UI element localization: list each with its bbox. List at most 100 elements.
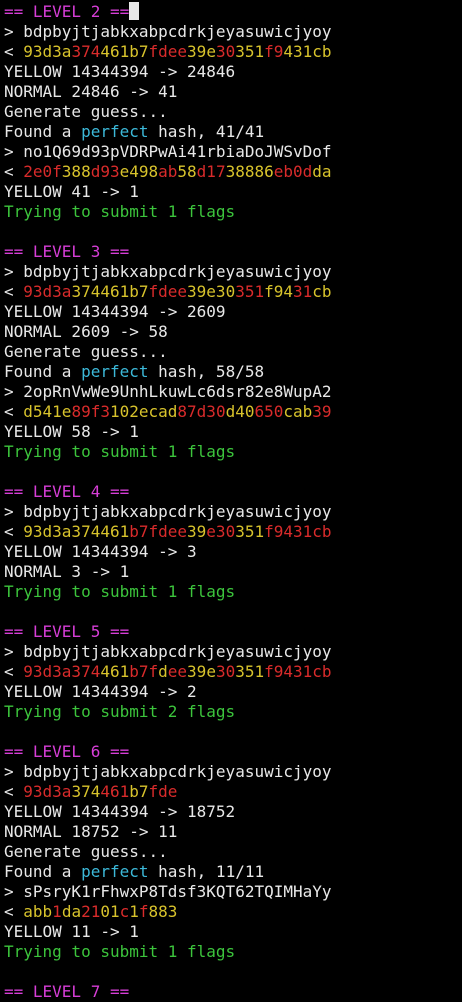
terminal-line: > bdpbyjtjabkxabpcdrkjeyasuwicjyoy (4, 262, 462, 282)
terminal-text-segment: Trying to submit 1 flags (4, 582, 236, 601)
terminal-line: Generate guess... (4, 842, 462, 862)
terminal-text-segment: 461 (100, 662, 130, 681)
terminal-line: YELLOW 14344394 -> 2609 (4, 302, 462, 322)
terminal-line: Trying to submit 2 flags (4, 702, 462, 722)
terminal-text-segment: < (4, 902, 24, 921)
terminal-line: YELLOW 14344394 -> 18752 (4, 802, 462, 822)
terminal-text-segment: c (119, 902, 130, 921)
terminal-line: > bdpbyjtjabkxabpcdrkjeyasuwicjyoy (4, 642, 462, 662)
terminal-text-segment: Generate guess... (4, 842, 168, 861)
terminal-text-segment: < (4, 162, 24, 181)
terminal-line: Generate guess... (4, 342, 462, 362)
terminal-text-segment: > 2opRnVwWe9UnhLkuwLc6dsr82e8WupA2 (4, 382, 332, 401)
terminal-text-segment: YELLOW 11 -> 1 (4, 922, 139, 941)
terminal-text-segment: 39e (187, 42, 216, 61)
terminal-text-segment: 93d3a (23, 782, 72, 801)
terminal-text-segment: NORMAL 3 -> 1 (4, 562, 130, 581)
terminal-text-segment: d17 (196, 162, 226, 181)
terminal-line: == LEVEL 2 == (4, 2, 462, 22)
terminal-text-segment: perfect (81, 362, 149, 381)
terminal-text-segment: 1 (129, 902, 139, 921)
terminal-line: NORMAL 18752 -> 11 (4, 822, 462, 842)
terminal-text-segment: == LEVEL 2 == (4, 2, 130, 21)
terminal-text-segment: YELLOW 58 -> 1 (4, 422, 139, 441)
terminal-text-segment: d40 (225, 402, 255, 421)
terminal-text-segment: f9431cb (264, 662, 332, 681)
terminal-text-segment: f9431cb (264, 522, 332, 541)
terminal-text-segment: e30 (206, 522, 236, 541)
terminal-text-segment: < (4, 42, 24, 61)
text-cursor (129, 2, 140, 20)
terminal-text-segment: 374461b7 (71, 282, 149, 301)
terminal-text-segment: hash, 41/41 (148, 122, 265, 141)
terminal-text-segment: 388 (61, 162, 91, 181)
terminal-text-segment: == LEVEL 7 == (4, 982, 130, 1001)
terminal-line: == LEVEL 7 == (4, 982, 462, 1002)
terminal-text-segment: 93d3a374461 (23, 522, 130, 541)
terminal-text-segment: == LEVEL 5 == (4, 622, 130, 641)
terminal-line: NORMAL 24846 -> 41 (4, 82, 462, 102)
terminal-text-segment: Trying to submit 1 flags (4, 942, 236, 961)
terminal-line: < 93d3a374461b7fdee39e30351f9431cb (4, 662, 462, 682)
terminal-text-segment: 31 (293, 282, 313, 301)
terminal-line: Generate guess... (4, 102, 462, 122)
terminal-text-segment: ab (158, 162, 178, 181)
terminal-text-segment: < (4, 282, 24, 301)
terminal-text-segment: 461 (100, 782, 130, 801)
terminal-line: > bdpbyjtjabkxabpcdrkjeyasuwicjyoy (4, 502, 462, 522)
terminal-text-segment: 30 (215, 42, 236, 61)
terminal-line: YELLOW 58 -> 1 (4, 422, 462, 442)
terminal-text-segment: == LEVEL 6 == (4, 742, 130, 761)
terminal-text-segment: fde (148, 782, 178, 801)
terminal-text-segment: eb0d (273, 162, 313, 181)
terminal-text-segment: 2e0f (23, 162, 62, 181)
terminal-text-segment: d93 (90, 162, 120, 181)
terminal-text-segment: > no1Q69d93pVDRPwAi41rbiaDoJWSvDof (4, 142, 332, 161)
terminal-text-segment: 351 (235, 662, 265, 681)
terminal-text-segment: 1 (52, 902, 62, 921)
terminal-line: < 93d3a374461b7fdee39e30351f9431cb (4, 42, 462, 62)
terminal-text-segment: f9 (264, 42, 284, 61)
terminal-text-segment: Found a (4, 362, 82, 381)
terminal-text-segment: da (61, 902, 82, 921)
terminal-text-segment: d (158, 662, 168, 681)
terminal-output[interactable]: == LEVEL 2 == > bdpbyjtjabkxabpcdrkjeyasu… (0, 0, 462, 1002)
terminal-text-segment: < (4, 662, 24, 681)
terminal-text-segment: > bdpbyjtjabkxabpcdrkjeyasuwicjyoy (4, 262, 332, 281)
terminal-text-segment: 461b7 (100, 42, 149, 61)
terminal-line: == LEVEL 3 == (4, 242, 462, 262)
terminal-text-segment: b7 (129, 782, 149, 801)
terminal-text-segment: YELLOW 14344394 -> 2 (4, 682, 197, 701)
terminal-text-segment: d541e (23, 402, 72, 421)
terminal-text-segment: 93d3a (23, 42, 72, 61)
terminal-text-segment: hash, 58/58 (148, 362, 265, 381)
terminal-text-segment: NORMAL 2609 -> 58 (4, 322, 168, 341)
terminal-text-segment: Trying to submit 1 flags (4, 442, 236, 461)
terminal-text-segment: 58 (177, 162, 197, 181)
terminal-text-segment: < (4, 402, 24, 421)
terminal-text-segment: 39 (312, 402, 332, 421)
terminal-line: YELLOW 11 -> 1 (4, 922, 462, 942)
terminal-line: > bdpbyjtjabkxabpcdrkjeyasuwicjyoy (4, 22, 462, 42)
terminal-text-segment: hash, 11/11 (148, 862, 265, 881)
terminal-text-segment: Generate guess... (4, 342, 168, 361)
terminal-line: == LEVEL 4 == (4, 482, 462, 502)
terminal-text-segment: 351 (235, 42, 265, 61)
terminal-text-segment: 102ecad (109, 402, 178, 421)
terminal-text-segment: > bdpbyjtjabkxabpcdrkjeyasuwicjyoy (4, 642, 332, 661)
terminal-text-segment: 01 (100, 902, 120, 921)
terminal-line: Found a perfect hash, 58/58 (4, 362, 462, 382)
terminal-line: YELLOW 41 -> 1 (4, 182, 462, 202)
terminal-line: < abb1da2101c1f883 (4, 902, 462, 922)
terminal-text-segment: cab (283, 402, 313, 421)
terminal-line: > sPsryK1rFhwxP8Tdsf3KQT62TQIMHaYy (4, 882, 462, 902)
terminal-text-segment: YELLOW 41 -> 1 (4, 182, 139, 201)
terminal-text-segment: Found a (4, 862, 82, 881)
terminal-line: Trying to submit 1 flags (4, 202, 462, 222)
terminal-line: NORMAL 2609 -> 58 (4, 322, 462, 342)
terminal-text-segment: == LEVEL 3 == (4, 242, 130, 261)
